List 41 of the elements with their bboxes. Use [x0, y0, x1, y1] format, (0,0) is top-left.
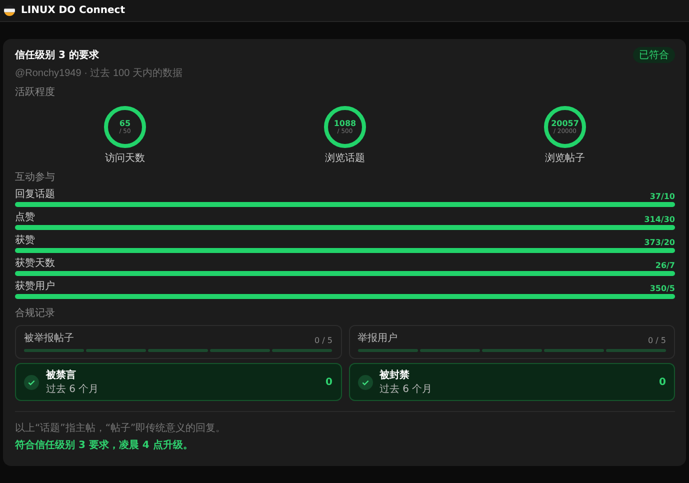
- record-period: 过去 6 个月: [380, 382, 434, 396]
- ring-value: 1088: [334, 119, 356, 128]
- section-heading: 互动参与: [15, 170, 56, 184]
- report-reading: 0 / 5: [648, 336, 666, 345]
- bar-label: 点赞: [15, 210, 35, 224]
- bar-reading: 26/7: [655, 261, 675, 270]
- progress-ring: [543, 105, 587, 149]
- report-label: 被举报帖子: [24, 332, 74, 345]
- record-label: 被封禁: [380, 368, 410, 382]
- ring-value: 65: [119, 119, 131, 128]
- ring-label: 浏览帖子: [545, 152, 585, 165]
- bar-label: 获赞天数: [15, 256, 55, 270]
- record-period: 过去 6 个月: [46, 382, 100, 396]
- ring-value: 20057: [551, 119, 579, 128]
- record-count: 0: [326, 376, 332, 388]
- section-heading: 活跃程度: [15, 86, 56, 99]
- status-badge: 已符合: [633, 47, 675, 63]
- record-count: 0: [659, 376, 666, 388]
- section-heading: 合规记录: [15, 307, 56, 320]
- report-reading: 0 / 5: [314, 336, 332, 345]
- progress-ring: [103, 105, 147, 149]
- bar-reading: 37/10: [650, 192, 675, 201]
- app-title: LINUX DO Connect: [21, 5, 125, 16]
- logo-icon: [4, 5, 15, 16]
- bar-label: 回复话题: [15, 188, 55, 201]
- card-title: 信任级别 3 的要求: [15, 48, 99, 62]
- ring-label: 访问天数: [105, 152, 145, 165]
- report-label: 举报用户: [358, 332, 398, 345]
- card-subtitle: @Ronchy1949 · 过去 100 天内的数据: [15, 66, 184, 80]
- bar-label: 获赞: [15, 234, 35, 247]
- record-label: 被禁言: [46, 368, 77, 382]
- bar-reading: 373/20: [644, 238, 675, 247]
- ring-label: 浏览话题: [325, 152, 365, 165]
- bar-reading: 350/5: [650, 284, 675, 293]
- check-icon: [358, 374, 372, 390]
- bar-label: 获赞用户: [15, 280, 55, 293]
- result-message: 符合信任级别 3 要求，凌晨 4 点升级。: [15, 438, 194, 452]
- progress-ring: [323, 105, 367, 149]
- footnote: 以上“话题”指主帖，“帖子”即传统意义的回复。: [15, 422, 227, 435]
- check-icon: [24, 374, 39, 390]
- bar-reading: 314/30: [644, 215, 675, 224]
